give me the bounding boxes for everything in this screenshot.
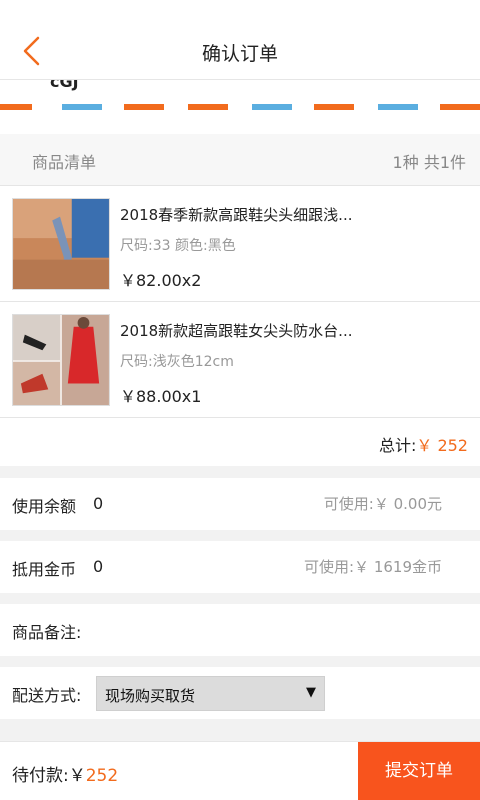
pay-summary: 待付款:￥252 <box>12 761 118 786</box>
coins-input[interactable]: 0 <box>93 557 103 576</box>
coins-label: 抵用金币 <box>12 560 77 579</box>
delivery-select[interactable]: 现场购买取货 ▼ <box>96 676 325 711</box>
order-item[interactable]: 2018新款超高跟鞋女尖头防水台... 尺码:浅灰色12cm ￥88.00x1 <box>0 302 480 418</box>
product-image <box>12 314 110 406</box>
dropdown-arrow-icon: ▼ <box>306 685 316 700</box>
total-value: ￥ 252 <box>416 436 468 455</box>
product-spec: 尺码:33 颜色:黑色 <box>120 238 236 254</box>
coins-available: 可使用:￥ 1619金币 <box>304 558 442 576</box>
delivery-selected: 现场购买取货 <box>105 687 196 705</box>
pay-label: 待付款: <box>12 766 69 786</box>
submit-order-button[interactable]: 提交订单 <box>358 742 480 800</box>
goods-list-header: 商品清单 1种 共1件 <box>0 134 480 186</box>
pay-currency: ￥ <box>68 766 86 786</box>
page-title: 确认订单 <box>201 43 278 65</box>
status-bar <box>0 0 480 22</box>
pay-amount: 252 <box>85 766 119 786</box>
bottom-bar: 待付款:￥252 提交订单 <box>0 741 480 800</box>
goods-count: 1种 共1件 <box>392 153 466 172</box>
header: 确认订单 <box>0 22 480 80</box>
order-total: 总计:￥ 252 <box>0 418 480 466</box>
remark-label: 商品备注: <box>12 623 82 642</box>
delivery-label: 配送方式: <box>12 686 82 705</box>
product-title: 2018新款超高跟鞋女尖头防水台... <box>120 322 353 340</box>
balance-label: 使用余额 <box>12 497 77 516</box>
delivery-row: 配送方式: 现场购买取货 ▼ <box>0 667 480 719</box>
product-price: ￥82.00x2 <box>120 271 202 290</box>
balance-row[interactable]: 使用余额 0 可使用:￥ 0.00元 <box>0 478 480 530</box>
address-section[interactable]: cGJ <box>0 80 480 134</box>
goods-list-label: 商品清单 <box>32 153 97 172</box>
address-name: cGJ <box>50 80 79 91</box>
coins-row[interactable]: 抵用金币 0 可使用:￥ 1619金币 <box>0 541 480 593</box>
product-price: ￥88.00x1 <box>120 387 202 406</box>
balance-input[interactable]: 0 <box>93 494 103 513</box>
order-item[interactable]: 2018春季新款高跟鞋尖头细跟浅... 尺码:33 颜色:黑色 ￥82.00x2 <box>0 186 480 302</box>
total-text: 总计:￥ 252 <box>379 432 468 456</box>
product-title: 2018春季新款高跟鞋尖头细跟浅... <box>120 206 353 224</box>
total-label: 总计: <box>378 436 417 455</box>
product-image <box>12 198 110 290</box>
address-stripe <box>0 104 480 110</box>
balance-available: 可使用:￥ 0.00元 <box>323 495 442 513</box>
product-spec: 尺码:浅灰色12cm <box>120 354 234 370</box>
remark-row[interactable]: 商品备注: <box>0 604 480 656</box>
